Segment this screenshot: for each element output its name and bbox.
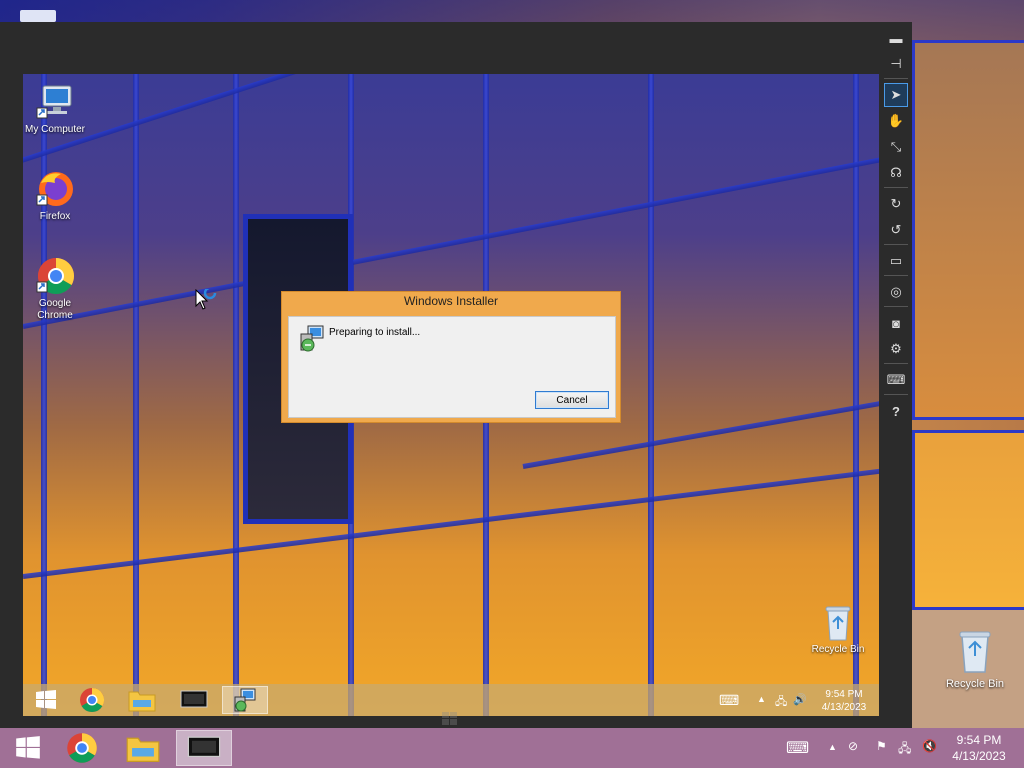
windows-installer-dialog: Windows Installer Preparing to install..… [281, 291, 621, 423]
settings-icon[interactable]: ⚙ [884, 337, 908, 361]
viewer-toolbar: ▬ ⊣ ➤ ✋ ⤡ ☊ ↻ ↺ ▭ ◎ ◙ ⚙ ⌨ ? [880, 22, 912, 442]
desktop-icon-recycle-bin[interactable]: Recycle Bin [803, 602, 873, 656]
host-recycle-bin-label: Recycle Bin [945, 678, 1005, 690]
help-icon[interactable]: ? [884, 399, 908, 423]
computer-icon [35, 82, 75, 122]
host-taskbar: ⌨ ▲ ⊘ ⚑ 🖧 🔇 9:54 PM 4/13/2023 [0, 728, 1024, 768]
dialog-title: Windows Installer [403, 294, 499, 308]
desktop-icon-label: Recycle Bin [811, 644, 865, 655]
headphones-icon[interactable]: ☊ [884, 161, 908, 185]
installer-icon [234, 688, 256, 712]
desktop-icon-google-chrome[interactable]: Google Chrome [23, 256, 90, 322]
busy-cursor-icon [195, 286, 217, 310]
file-explorer-icon [126, 737, 160, 762]
viewer-windows-logo-icon [442, 712, 458, 726]
remote-desktop-icon [180, 690, 208, 708]
host-clock-time: 9:54 PM [956, 733, 1002, 747]
monitor-icon[interactable]: ▭ [884, 249, 908, 273]
recycle-bin-icon [959, 631, 991, 673]
remote-taskbar-installer[interactable] [222, 686, 268, 714]
pointer-icon[interactable]: ➤ [884, 83, 908, 107]
desktop-icon-label: Google Chrome [37, 298, 73, 321]
rotate-icon[interactable]: ↺ [884, 218, 908, 242]
hand-icon[interactable]: ✋ [884, 109, 908, 133]
desktop-icon-label: My Computer [24, 124, 85, 135]
host-recycle-bin[interactable]: Recycle Bin [940, 628, 1010, 690]
remote-desktop-icon [187, 736, 221, 757]
remote-taskbar-file-explorer[interactable] [119, 686, 165, 714]
firefox-icon [35, 169, 75, 209]
volume-muted-icon[interactable]: 🔇 [922, 739, 937, 753]
remote-taskbar-remote-desktop[interactable] [171, 686, 217, 714]
minimize-icon[interactable]: ▬ [884, 26, 908, 50]
host-system-tray: ⌨ ▲ ⊘ ⚑ 🖧 🔇 9:54 PM 4/13/2023 [780, 728, 1024, 768]
dialog-message: Preparing to install... [329, 327, 421, 338]
mouse-cursor [195, 286, 221, 316]
dialog-body: Preparing to install... Cancel [288, 316, 616, 418]
chrome-icon [80, 688, 105, 713]
security-alert-icon[interactable]: ⊘ [848, 739, 858, 753]
globe-icon[interactable]: ◎ [884, 280, 908, 304]
installer-icon [299, 325, 325, 352]
host-start-button[interactable] [0, 730, 56, 766]
desktop-icon-firefox[interactable]: Firefox [23, 169, 90, 223]
start-icon [16, 736, 40, 759]
remote-system-tray: ⌨ ▲ 🖧 🔊 9:54 PM 4/13/2023 [709, 684, 879, 716]
desktop-icon-label: Firefox [39, 211, 71, 222]
chrome-icon [35, 256, 75, 296]
flag-icon[interactable]: ⚑ [876, 739, 887, 753]
remote-start-button[interactable] [23, 686, 69, 714]
network-icon[interactable]: 🖧 [775, 693, 787, 712]
keyboard-icon[interactable]: ⌨ [719, 692, 739, 709]
host-clock[interactable]: 9:54 PM 4/13/2023 [944, 732, 1014, 764]
network-icon[interactable]: 🖧 [898, 739, 911, 760]
remote-clock[interactable]: 9:54 PM 4/13/2023 [809, 688, 879, 714]
fit-icon[interactable]: ⤡ [884, 135, 908, 159]
host-taskbar-file-explorer[interactable] [115, 730, 171, 766]
host-clock-date: 4/13/2023 [952, 749, 1006, 763]
remote-clock-date: 4/13/2023 [821, 702, 867, 713]
file-explorer-icon [128, 691, 156, 712]
show-hidden-icons-icon[interactable]: ▲ [757, 694, 766, 704]
pin-icon[interactable]: ⊣ [884, 52, 908, 76]
cancel-button[interactable]: Cancel [535, 391, 609, 409]
recycle-bin-icon [818, 602, 858, 642]
host-desktop-icon-partial [20, 10, 56, 22]
remote-clock-time: 9:54 PM [825, 689, 863, 700]
refresh-icon[interactable]: ↻ [884, 192, 908, 216]
start-icon [36, 690, 56, 709]
remote-taskbar-chrome[interactable] [69, 686, 115, 714]
keyboard-icon[interactable]: ⌨ [786, 738, 809, 758]
host-taskbar-chrome[interactable] [54, 730, 110, 766]
host-taskbar-remote-desktop[interactable] [176, 730, 232, 766]
keyboard-icon[interactable]: ⌨ [884, 368, 908, 392]
camera-icon[interactable]: ◙ [884, 311, 908, 335]
show-hidden-icons-icon[interactable]: ▲ [828, 742, 837, 752]
chrome-icon [67, 733, 97, 763]
volume-icon[interactable]: 🔊 [793, 693, 807, 706]
desktop-icon-my-computer[interactable]: My Computer [23, 82, 90, 136]
